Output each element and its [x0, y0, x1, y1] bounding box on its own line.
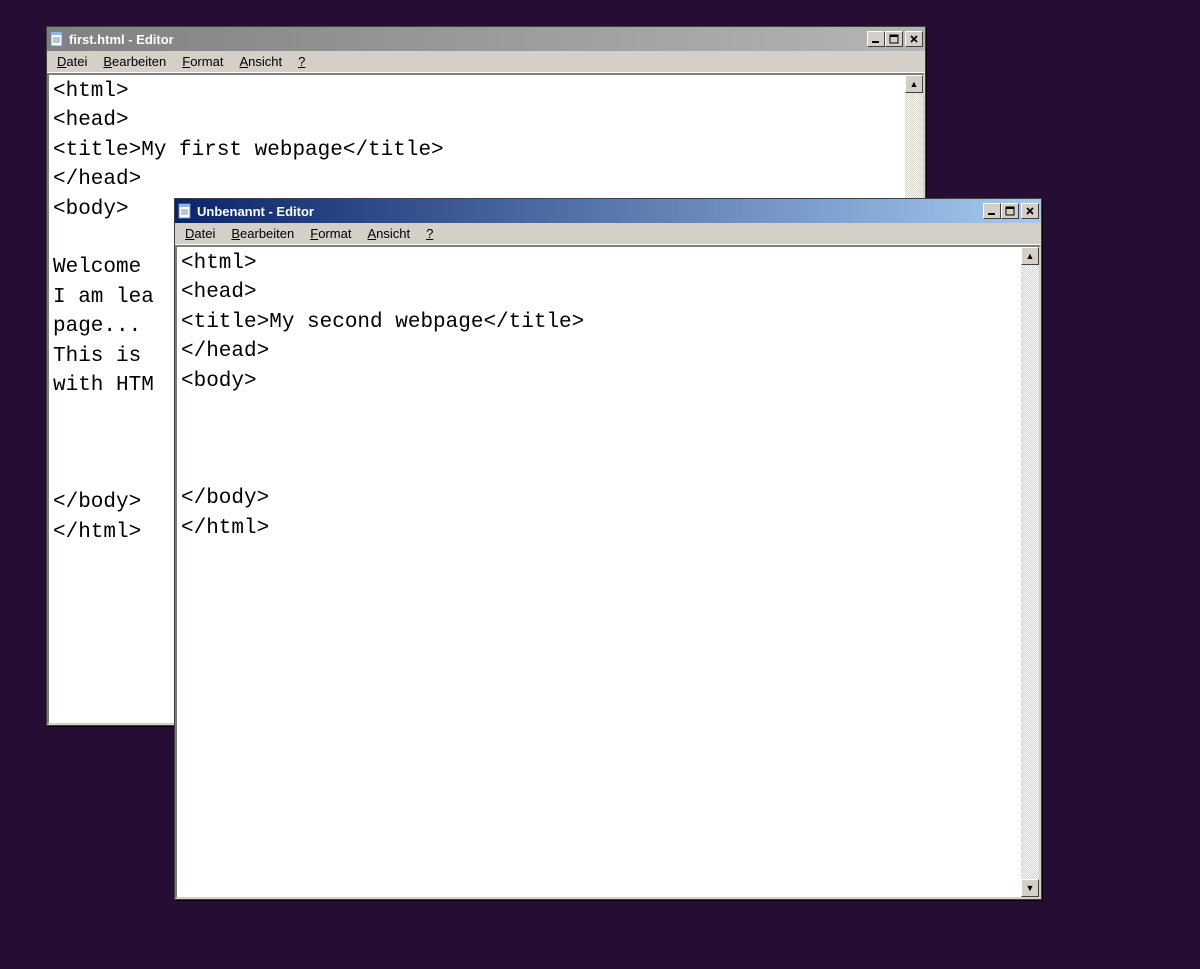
scroll-up-icon[interactable]: ▲: [905, 75, 923, 93]
window-title: first.html - Editor: [69, 32, 867, 47]
vertical-scrollbar[interactable]: ▲ ▼: [1021, 247, 1039, 897]
client-area-unbenannt: ▲ ▼: [175, 245, 1041, 899]
titlebar-first[interactable]: first.html - Editor: [47, 27, 925, 51]
menu-format[interactable]: Format: [302, 224, 359, 243]
menubar-unbenannt: Datei Bearbeiten Format Ansicht ?: [175, 223, 1041, 245]
menubar-first: Datei Bearbeiten Format Ansicht ?: [47, 51, 925, 73]
notepad-icon: [49, 31, 65, 47]
editor-window-unbenannt[interactable]: Unbenannt - Editor Datei Bearbeiten Form…: [174, 198, 1042, 900]
titlebar-unbenannt[interactable]: Unbenannt - Editor: [175, 199, 1041, 223]
menu-help[interactable]: ?: [418, 224, 441, 243]
window-title: Unbenannt - Editor: [197, 204, 983, 219]
menu-ansicht[interactable]: Ansicht: [359, 224, 418, 243]
minimize-button[interactable]: [867, 31, 885, 47]
menu-bearbeiten[interactable]: Bearbeiten: [223, 224, 302, 243]
menu-datei[interactable]: Datei: [177, 224, 223, 243]
menu-help[interactable]: ?: [290, 52, 313, 71]
close-button[interactable]: [1021, 203, 1039, 219]
minimize-button[interactable]: [983, 203, 1001, 219]
scroll-up-icon[interactable]: ▲: [1021, 247, 1039, 265]
close-button[interactable]: [905, 31, 923, 47]
window-controls: [867, 31, 923, 47]
window-controls: [983, 203, 1039, 219]
scroll-track[interactable]: [1021, 265, 1039, 879]
notepad-icon: [177, 203, 193, 219]
maximize-button[interactable]: [885, 31, 903, 47]
menu-bearbeiten[interactable]: Bearbeiten: [95, 52, 174, 71]
scroll-down-icon[interactable]: ▼: [1021, 879, 1039, 897]
menu-ansicht[interactable]: Ansicht: [231, 52, 290, 71]
menu-datei[interactable]: Datei: [49, 52, 95, 71]
menu-format[interactable]: Format: [174, 52, 231, 71]
text-editor-unbenannt[interactable]: [177, 247, 1021, 897]
maximize-button[interactable]: [1001, 203, 1019, 219]
